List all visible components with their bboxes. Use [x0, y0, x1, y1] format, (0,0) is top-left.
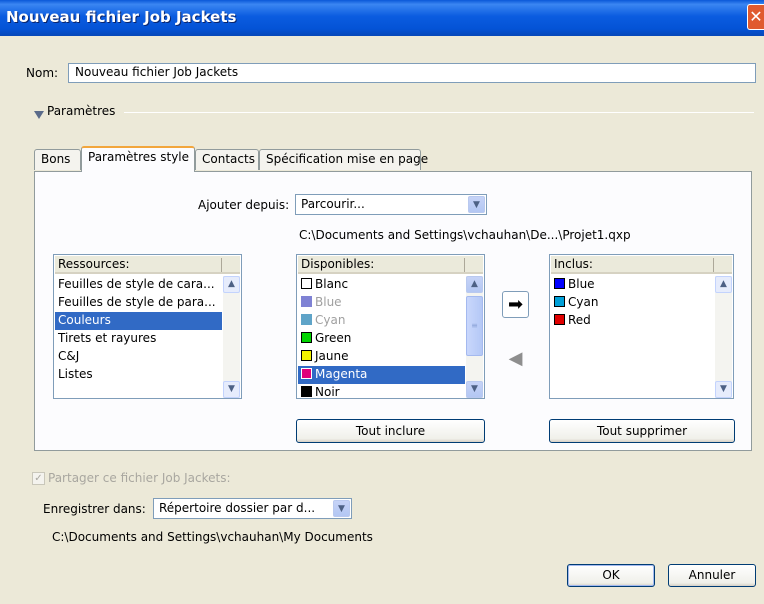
- add-from-path: C:\Documents and Settings\vchauhan\De...…: [299, 228, 631, 242]
- available-scrollbar[interactable]: ▲ ≡ ▼: [466, 276, 483, 398]
- list-item[interactable]: Magenta: [298, 366, 465, 384]
- parameters-toggle[interactable]: Paramètres: [47, 104, 115, 118]
- included-list-header: Inclus:: [551, 256, 732, 274]
- tab-contacts[interactable]: Contacts: [195, 149, 259, 170]
- close-button[interactable]: ✕: [747, 4, 764, 30]
- chevron-down-icon[interactable]: ▼: [715, 381, 732, 398]
- available-list[interactable]: Disponibles: Blanc Blue Cyan Green Jaune…: [296, 254, 485, 399]
- list-item[interactable]: Green: [298, 330, 465, 348]
- included-list[interactable]: Inclus: Blue Cyan Red ▲ ▼: [549, 254, 734, 399]
- list-item[interactable]: Feuilles de style de para...: [55, 294, 222, 312]
- list-item[interactable]: Feuilles de style de cara...: [55, 276, 222, 294]
- list-item[interactable]: C&J: [55, 348, 222, 366]
- share-label: Partager ce fichier Job Jackets:: [48, 471, 231, 485]
- save-in-path: C:\Documents and Settings\vchauhan\My Do…: [52, 530, 373, 544]
- color-swatch: [301, 278, 312, 289]
- color-swatch: [301, 386, 312, 397]
- resources-list-header: Ressources:: [55, 256, 240, 274]
- move-left-button[interactable]: ◀: [502, 345, 529, 372]
- name-input[interactable]: Nouveau fichier Job Jackets: [68, 63, 756, 83]
- share-checkbox[interactable]: ✓: [32, 472, 45, 485]
- color-swatch: [554, 314, 565, 325]
- list-item[interactable]: Blue: [551, 276, 714, 294]
- chevron-down-icon[interactable]: ▼: [468, 196, 485, 213]
- name-label: Nom:: [26, 66, 59, 80]
- ok-button[interactable]: OK: [567, 564, 655, 587]
- scroll-thumb[interactable]: ≡: [466, 296, 483, 356]
- chevron-down-icon[interactable]: ▼: [333, 500, 350, 517]
- save-in-value: Répertoire dossier par d...: [159, 501, 316, 515]
- add-from-label: Ajouter depuis:: [198, 198, 290, 212]
- color-swatch: [554, 278, 565, 289]
- job-jackets-dialog: Nouveau fichier Job Jackets ✕ Nom: Nouve…: [0, 0, 764, 604]
- color-swatch: [301, 332, 312, 343]
- save-in-select[interactable]: Répertoire dossier par d... ▼: [153, 498, 352, 519]
- arrow-left-icon: ◀: [508, 348, 523, 369]
- resources-list[interactable]: Ressources: Feuilles de style de cara...…: [53, 254, 242, 399]
- triangle-down-icon[interactable]: [34, 111, 44, 119]
- list-item[interactable]: Cyan: [298, 312, 465, 330]
- list-item[interactable]: Noir: [298, 384, 465, 398]
- color-swatch: [301, 314, 312, 325]
- title-bar: Nouveau fichier Job Jackets ✕: [0, 0, 764, 36]
- move-right-button[interactable]: ➡: [502, 291, 529, 318]
- add-from-select[interactable]: Parcourir... ▼: [295, 194, 487, 215]
- color-swatch: [301, 350, 312, 361]
- chevron-down-icon[interactable]: ▼: [466, 381, 483, 398]
- list-item[interactable]: Blue: [298, 294, 465, 312]
- tab-specification-mise-en-page[interactable]: Spécification mise en page: [259, 149, 428, 170]
- resources-scrollbar[interactable]: ▲ ▼: [223, 276, 240, 398]
- window-title: Nouveau fichier Job Jackets: [6, 8, 237, 26]
- section-divider: [124, 112, 754, 113]
- list-item[interactable]: Tirets et rayures: [55, 330, 222, 348]
- cancel-button[interactable]: Annuler: [668, 564, 756, 587]
- close-icon: ✕: [749, 7, 763, 26]
- chevron-up-icon[interactable]: ▲: [715, 276, 732, 293]
- list-item[interactable]: Cyan: [551, 294, 714, 312]
- color-swatch: [554, 296, 565, 307]
- tab-bons[interactable]: Bons: [34, 149, 81, 170]
- include-all-button[interactable]: Tout inclure: [296, 419, 485, 443]
- available-list-header: Disponibles:: [298, 256, 483, 274]
- chevron-up-icon[interactable]: ▲: [466, 276, 483, 293]
- list-item[interactable]: Couleurs: [55, 312, 222, 330]
- list-item[interactable]: Blanc: [298, 276, 465, 294]
- chevron-down-icon[interactable]: ▼: [223, 381, 240, 398]
- chevron-up-icon[interactable]: ▲: [223, 276, 240, 293]
- included-scrollbar[interactable]: ▲ ▼: [715, 276, 732, 398]
- arrow-right-icon: ➡: [507, 294, 524, 315]
- save-in-label: Enregistrer dans:: [43, 502, 146, 516]
- tab-parametres-style[interactable]: Paramètres style: [81, 146, 195, 172]
- list-item[interactable]: Jaune: [298, 348, 465, 366]
- add-from-value: Parcourir...: [301, 197, 365, 211]
- color-swatch: [301, 368, 312, 379]
- list-item[interactable]: Red: [551, 312, 714, 330]
- remove-all-button[interactable]: Tout supprimer: [549, 419, 735, 443]
- list-item[interactable]: Listes: [55, 366, 222, 384]
- color-swatch: [301, 296, 312, 307]
